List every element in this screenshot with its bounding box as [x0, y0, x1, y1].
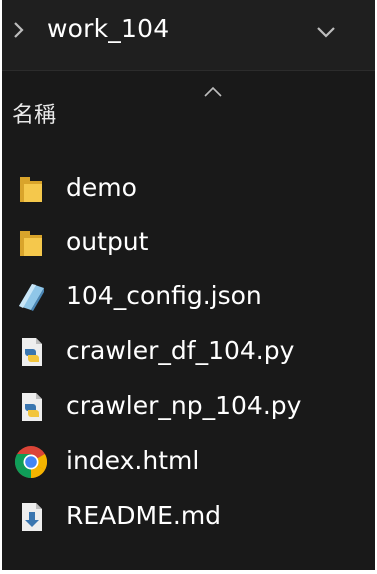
column-header-name[interactable]: 名稱 [12, 97, 56, 129]
file-name: demo [66, 173, 137, 202]
folder-title: work_104 [47, 14, 170, 43]
list-item-crawler-df-104-py[interactable]: crawler_df_104.py [2, 325, 375, 379]
file-name: crawler_df_104.py [66, 336, 295, 365]
file-name: crawler_np_104.py [66, 391, 302, 420]
sort-ascending-icon [204, 86, 222, 97]
file-name: README.md [66, 501, 222, 530]
folder-header: work_104 [2, 0, 375, 71]
chevron-right-icon[interactable] [12, 19, 26, 41]
python-file-icon [22, 338, 42, 366]
file-explorer-window: work_104 名稱 demo output 104_config.json … [2, 0, 375, 570]
folder-icon [20, 177, 42, 202]
list-item-demo[interactable]: demo [2, 162, 375, 216]
list-item-index-html[interactable]: index.html [2, 435, 375, 489]
file-name: index.html [66, 446, 200, 475]
list-item-readme-md[interactable]: README.md [2, 490, 375, 544]
markdown-file-icon [22, 503, 42, 531]
list-item-crawler-np-104-py[interactable]: crawler_np_104.py [2, 380, 375, 434]
folder-icon [20, 231, 42, 256]
python-file-icon [22, 393, 42, 421]
chrome-icon [14, 446, 48, 479]
file-name: output [66, 227, 149, 256]
list-item-output[interactable]: output [2, 216, 375, 270]
json-file-icon [19, 284, 44, 311]
chevron-down-icon[interactable] [315, 25, 337, 39]
list-item-104-config-json[interactable]: 104_config.json [2, 270, 375, 324]
file-name: 104_config.json [66, 281, 262, 310]
